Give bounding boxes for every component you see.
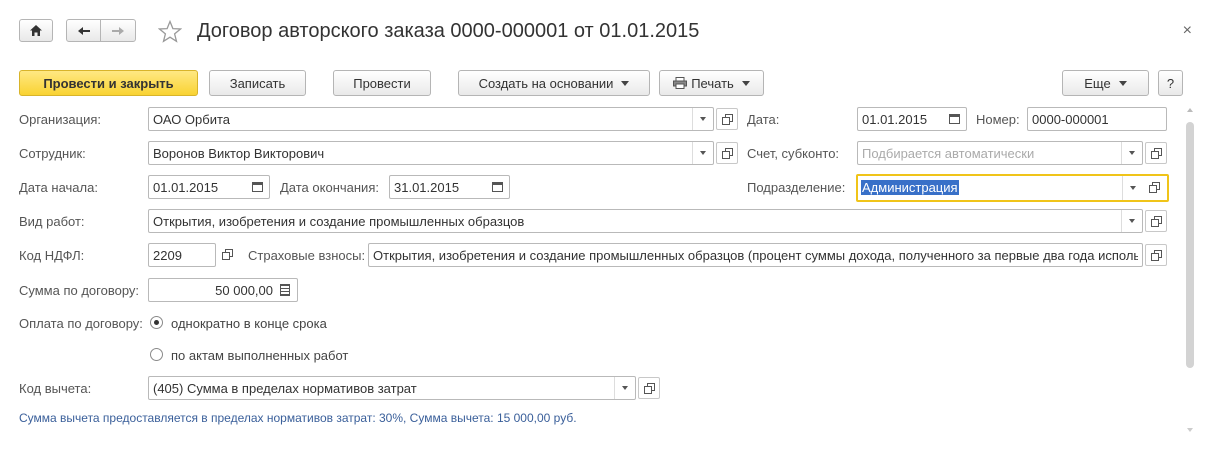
home-icon — [30, 25, 42, 36]
work-type-value: Открытия, изобретения и создание промышл… — [153, 214, 525, 229]
contract-sum-value: 50 000,00 — [215, 283, 273, 298]
insurance-open-button[interactable] — [1145, 244, 1167, 266]
help-button[interactable]: ? — [1158, 70, 1183, 96]
calendar-icon[interactable] — [248, 178, 266, 196]
payment-option-once-label[interactable]: однократно в конце срока — [171, 316, 327, 331]
favorite-star-icon[interactable] — [158, 20, 182, 43]
number-value: 0000-000001 — [1032, 112, 1109, 127]
work-type-open-button[interactable] — [1145, 210, 1167, 232]
employee-open-button[interactable] — [716, 142, 738, 164]
payment-option-acts-label[interactable]: по актам выполненных работ — [171, 348, 348, 363]
date-label: Дата: — [747, 112, 780, 127]
chevron-down-icon — [1129, 151, 1135, 155]
dropdown-button[interactable] — [1121, 210, 1142, 232]
home-button[interactable] — [19, 19, 53, 42]
payment-option-acts-radio[interactable] — [150, 348, 163, 361]
organization-open-button[interactable] — [716, 108, 738, 130]
calendar-icon[interactable] — [488, 178, 506, 196]
dropdown-button[interactable] — [1121, 142, 1142, 164]
help-label: ? — [1166, 75, 1175, 91]
payment-label: Оплата по договору: — [19, 316, 143, 331]
end-date-value: 31.01.2015 — [394, 180, 460, 195]
dropdown-button[interactable] — [692, 108, 713, 130]
scrollbar-thumb[interactable] — [1186, 122, 1194, 368]
ndfl-code-open-button[interactable] — [217, 244, 239, 266]
ndfl-code-value: 2209 — [153, 248, 182, 263]
end-date-field[interactable]: 31.01.2015 — [389, 175, 510, 199]
organization-label: Организация: — [19, 112, 102, 127]
number-field[interactable]: 0000-000001 — [1027, 107, 1167, 131]
insurance-value: Открытия, изобретения и создание промышл… — [373, 248, 1138, 263]
chevron-down-icon — [741, 80, 750, 86]
insurance-field[interactable]: Открытия, изобретения и создание промышл… — [368, 243, 1143, 267]
start-date-value: 01.01.2015 — [153, 180, 219, 195]
scroll-up-arrow[interactable] — [1187, 108, 1193, 112]
date-value: 01.01.2015 — [862, 112, 928, 127]
deduction-code-label: Код вычета: — [19, 381, 92, 396]
account-placeholder: Подбирается автоматически — [862, 146, 1035, 161]
arrow-right-icon — [112, 26, 124, 35]
deduction-code-value: (405) Сумма в пределах нормативов затрат — [153, 381, 417, 396]
chevron-down-icon — [700, 117, 706, 121]
deduction-info-text: Сумма вычета предоставляется в пределах … — [19, 411, 577, 425]
calendar-icon[interactable] — [945, 110, 963, 128]
employee-value: Воронов Виктор Викторович — [153, 146, 325, 161]
post-label: Провести — [353, 75, 411, 91]
close-icon[interactable]: × — [1183, 22, 1192, 40]
back-button[interactable] — [66, 19, 101, 42]
save-label: Записать — [229, 75, 286, 91]
chevron-down-icon — [1129, 219, 1135, 223]
employee-label: Сотрудник: — [19, 146, 86, 161]
deduction-code-field[interactable]: (405) Сумма в пределах нормативов затрат — [148, 376, 636, 400]
dropdown-button[interactable] — [614, 377, 635, 399]
work-type-field[interactable]: Открытия, изобретения и создание промышл… — [148, 209, 1143, 233]
department-label: Подразделение: — [747, 180, 846, 195]
contract-sum-field[interactable]: 50 000,00 — [148, 278, 298, 302]
ndfl-code-field[interactable]: 2209 — [148, 243, 216, 267]
work-type-label: Вид работ: — [19, 214, 85, 229]
post-and-close-button[interactable]: Провести и закрыть — [19, 70, 198, 96]
contract-sum-label: Сумма по договору: — [19, 283, 140, 298]
dropdown-button[interactable] — [692, 142, 713, 164]
department-open-button[interactable] — [1144, 177, 1166, 199]
organization-value: ОАО Орбита — [153, 112, 231, 127]
scroll-down-arrow[interactable] — [1187, 428, 1193, 432]
account-field[interactable]: Подбирается автоматически — [857, 141, 1143, 165]
department-value: Администрация — [861, 180, 959, 195]
department-field[interactable]: Администрация — [856, 174, 1169, 202]
create-based-on-label: Создать на основании — [478, 75, 614, 91]
deduction-code-open-button[interactable] — [638, 377, 660, 399]
chevron-down-icon — [622, 386, 628, 390]
ndfl-code-label: Код НДФЛ: — [19, 248, 85, 263]
print-button[interactable]: Печать — [659, 70, 764, 96]
create-based-on-button[interactable]: Создать на основании — [458, 70, 650, 96]
more-label: Еще — [1084, 75, 1111, 91]
employee-field[interactable]: Воронов Виктор Викторович — [148, 141, 714, 165]
start-date-label: Дата начала: — [19, 180, 98, 195]
print-label: Печать — [691, 75, 734, 91]
start-date-field[interactable]: 01.01.2015 — [148, 175, 270, 199]
number-label: Номер: — [976, 112, 1020, 127]
chevron-down-icon — [1130, 186, 1136, 190]
end-date-label: Дата окончания: — [280, 180, 379, 195]
chevron-down-icon — [700, 151, 706, 155]
post-and-close-label: Провести и закрыть — [43, 75, 174, 91]
dropdown-button[interactable] — [1122, 176, 1143, 200]
save-button[interactable]: Записать — [209, 70, 306, 96]
post-button[interactable]: Провести — [333, 70, 431, 96]
insurance-label: Страховые взносы: — [248, 248, 366, 263]
forward-button[interactable] — [100, 19, 136, 42]
calculator-icon[interactable] — [276, 281, 294, 299]
printer-icon — [673, 77, 688, 89]
account-open-button[interactable] — [1145, 142, 1167, 164]
chevron-down-icon — [1118, 80, 1127, 86]
more-button[interactable]: Еще — [1062, 70, 1149, 96]
organization-field[interactable]: ОАО Орбита — [148, 107, 714, 131]
page-title: Договор авторского заказа 0000-000001 от… — [197, 20, 700, 42]
arrow-left-icon — [77, 26, 90, 35]
payment-option-once-radio[interactable] — [150, 316, 163, 329]
date-field[interactable]: 01.01.2015 — [857, 107, 967, 131]
chevron-down-icon — [621, 80, 630, 86]
account-label: Счет, субконто: — [747, 146, 840, 161]
